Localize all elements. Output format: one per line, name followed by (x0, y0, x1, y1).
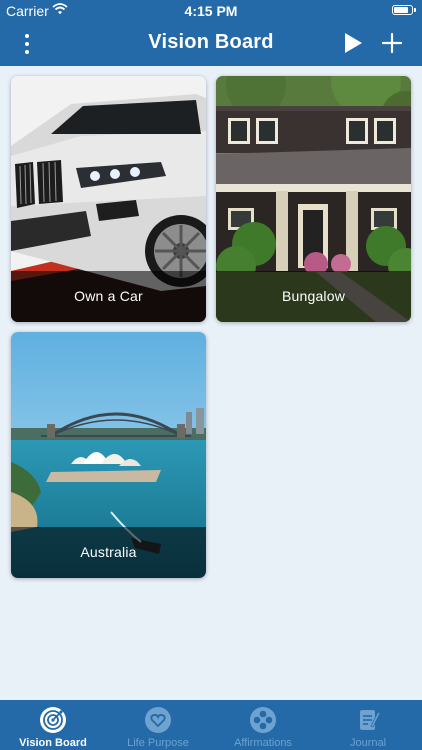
battery-icon (392, 5, 416, 15)
tab-label: Affirmations (234, 737, 292, 749)
nav-bar: Vision Board (0, 22, 422, 66)
add-icon[interactable] (380, 31, 404, 55)
vision-card-bungalow[interactable]: Bungalow (216, 76, 411, 322)
card-label: Bungalow (216, 271, 411, 322)
target-icon (39, 706, 67, 734)
tab-label: Journal (349, 737, 387, 749)
status-time: 4:15 PM (184, 3, 238, 19)
vision-board-grid: Own a Car Bungalow Australia (0, 66, 422, 700)
tab-journal[interactable]: Journal (318, 700, 418, 750)
tab-label: Vision Board (19, 737, 87, 749)
card-label: Australia (11, 527, 206, 578)
heart-icon (144, 706, 172, 734)
play-icon[interactable] (341, 31, 365, 55)
tab-vision-board[interactable]: Vision Board (3, 700, 103, 750)
card-label: Own a Car (11, 271, 206, 322)
status-bar: Carrier 4:15 PM (0, 0, 422, 22)
reel-icon (249, 706, 277, 734)
tab-bar: Vision Board Life Purpose Affirmations J… (0, 700, 422, 750)
vision-card-car[interactable]: Own a Car (11, 76, 206, 322)
top-bar: Carrier 4:15 PM Vision Board (0, 0, 422, 66)
tab-life-purpose[interactable]: Life Purpose (108, 700, 208, 750)
journal-icon (354, 706, 382, 734)
vision-card-australia[interactable]: Australia (11, 332, 206, 578)
battery-fill (394, 7, 408, 13)
tab-label: Life Purpose (127, 737, 189, 749)
tab-affirmations[interactable]: Affirmations (213, 700, 313, 750)
